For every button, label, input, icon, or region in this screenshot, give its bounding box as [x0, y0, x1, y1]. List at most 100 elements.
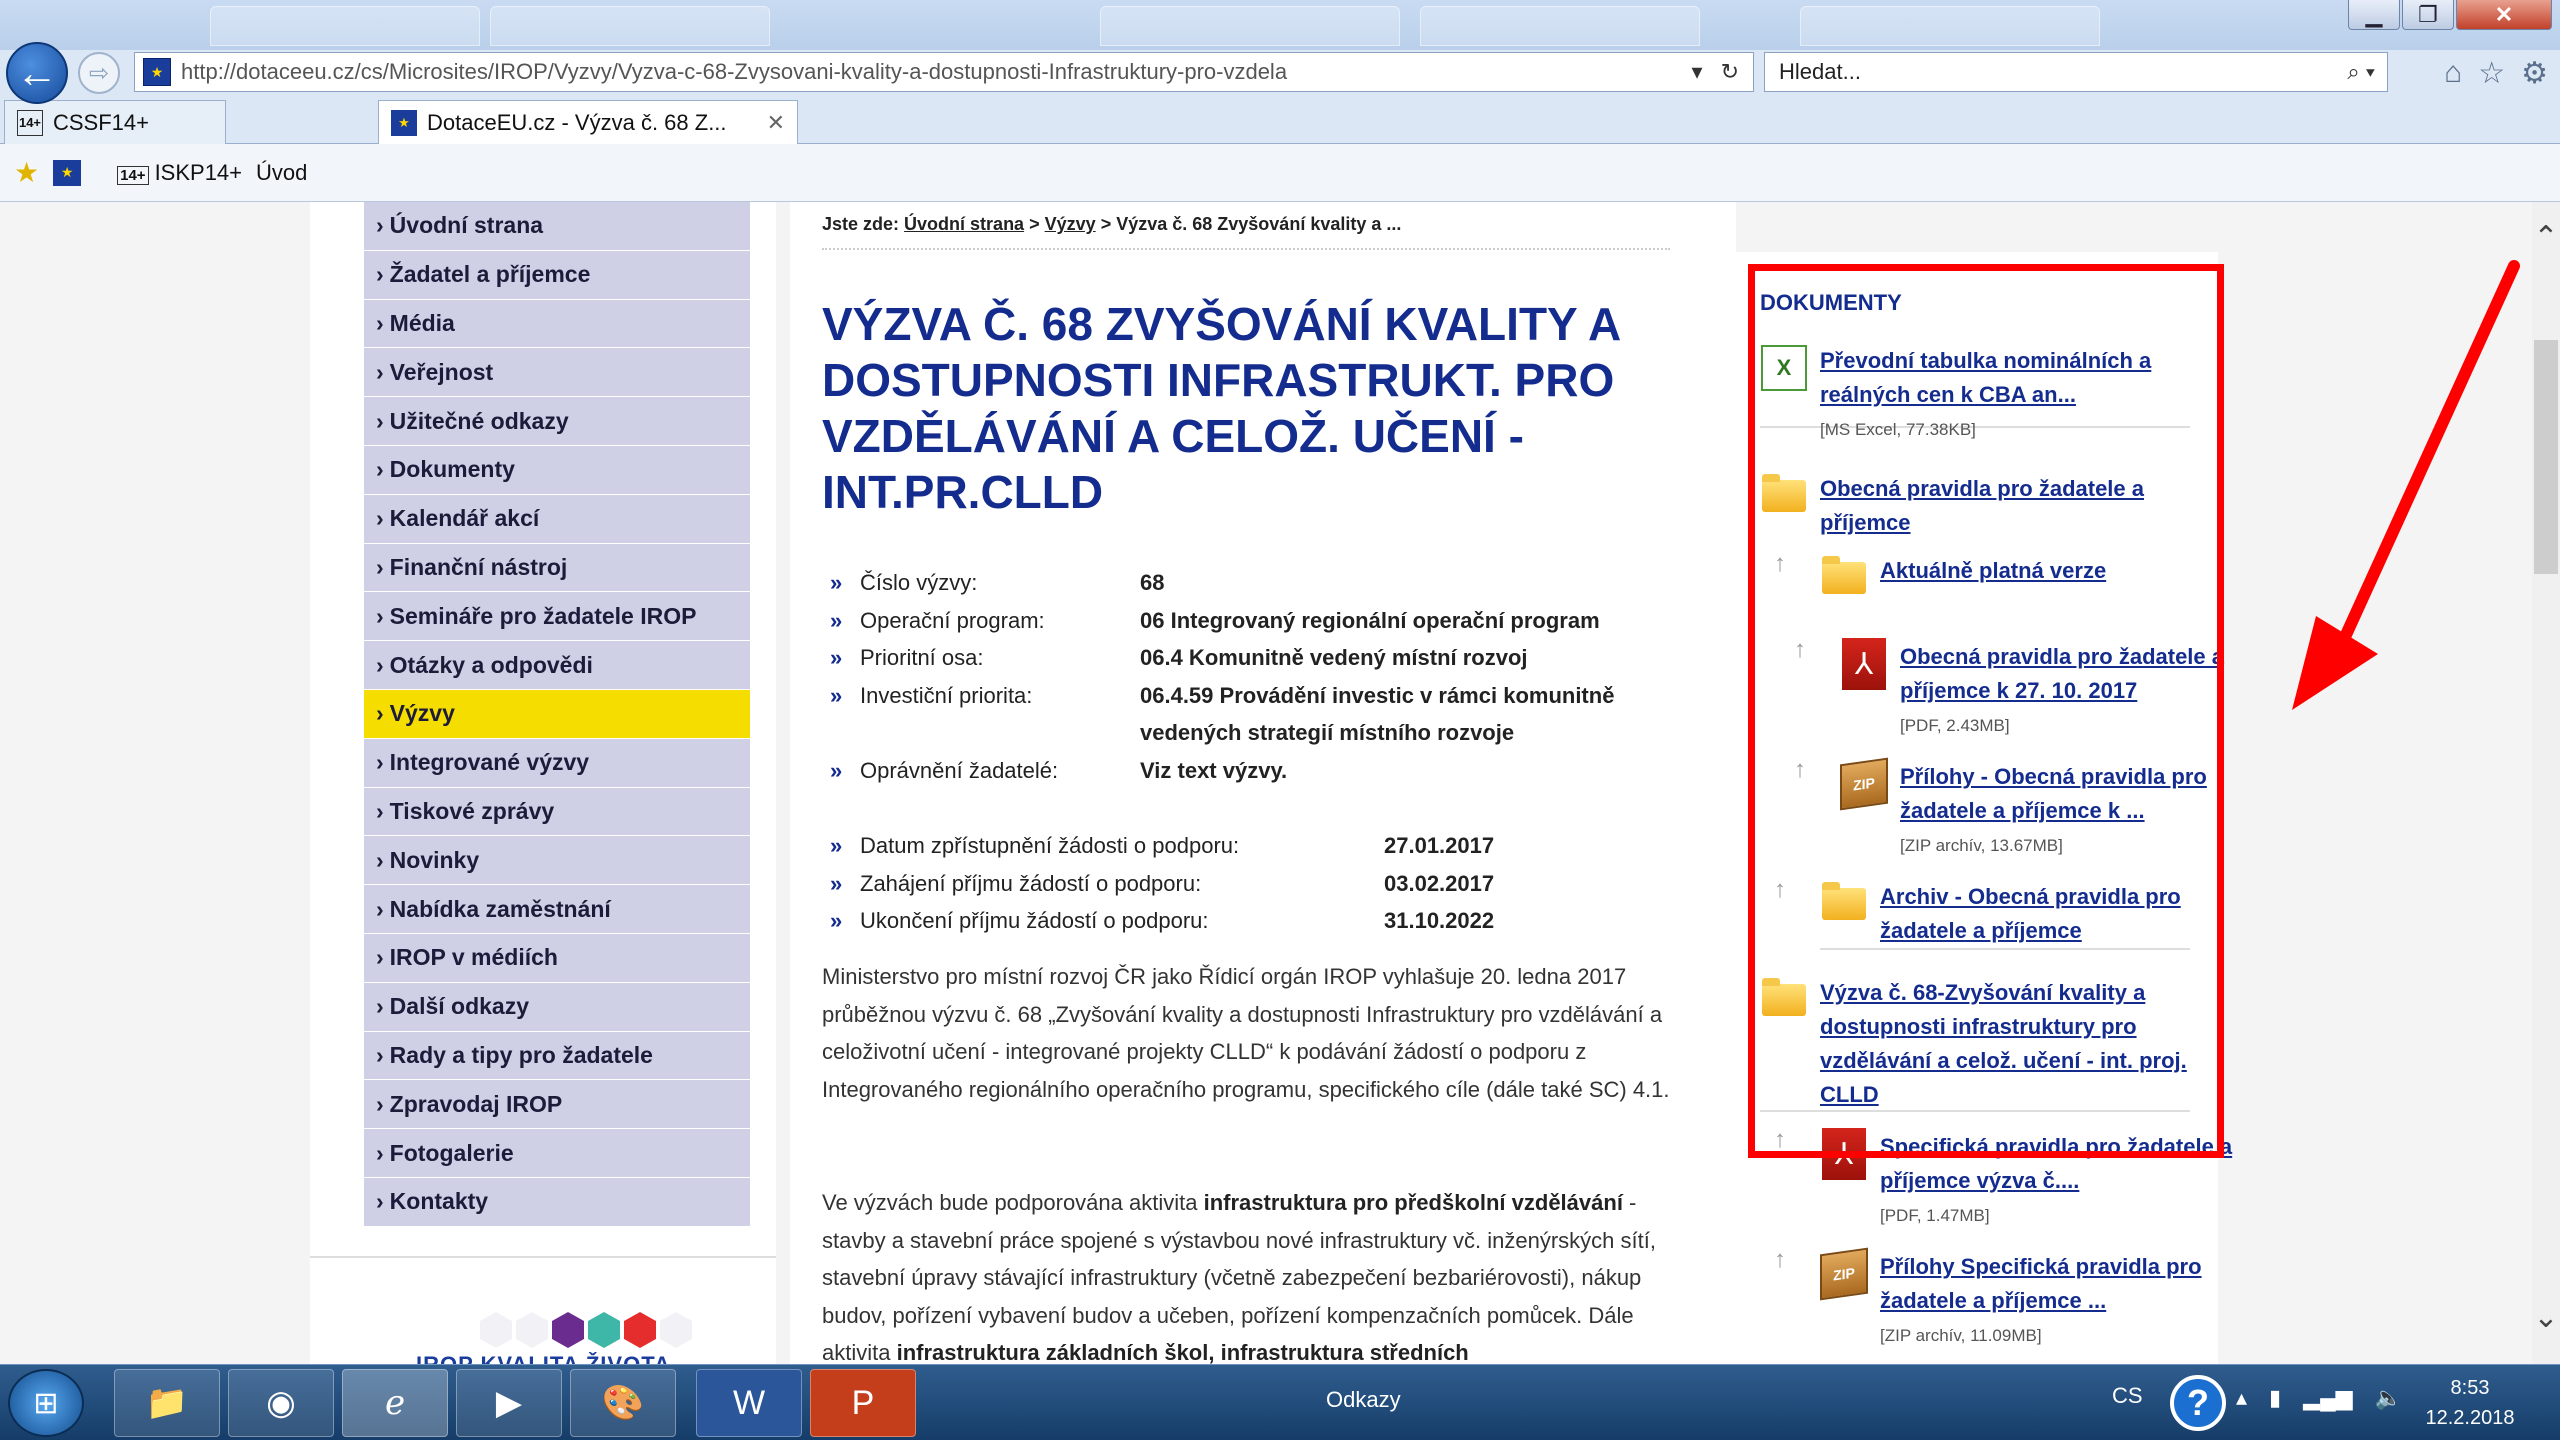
chrome-icon[interactable]: ◉: [228, 1369, 334, 1437]
menu-item[interactable]: › Integrované výzvy: [364, 738, 750, 788]
dropdown-icon[interactable]: ▾: [1692, 59, 1703, 85]
menu-item[interactable]: › Užitečné odkazy: [364, 397, 750, 446]
address-bar[interactable]: ★ http://dotaceeu.cz/cs/Microsites/IROP/…: [134, 52, 1754, 92]
refresh-icon[interactable]: ↻: [1721, 59, 1739, 85]
word-icon[interactable]: W: [696, 1369, 802, 1437]
menu-item[interactable]: › Další odkazy: [364, 982, 750, 1032]
menu-item[interactable]: › Novinky: [364, 836, 750, 886]
info-label: Ukončení příjmu žádostí o podporu:: [860, 908, 1209, 933]
paint-icon[interactable]: 🎨: [570, 1369, 676, 1437]
chevron-right-icon: ›: [376, 407, 384, 434]
info-label: Zahájení příjmu žádostí o podporu:: [860, 870, 1202, 896]
favorite-uvod[interactable]: Úvod: [256, 160, 307, 186]
menu-item[interactable]: › Zpravodaj IROP: [364, 1080, 750, 1130]
document-link[interactable]: Přílohy Specifická pravidla pro žadatele…: [1880, 1254, 2202, 1313]
language-indicator[interactable]: CS: [2112, 1383, 2143, 1409]
maximize-button[interactable]: ❐: [2402, 0, 2454, 30]
tab-dotaceeu[interactable]: ★ DotaceEU.cz - Výzva č. 68 Z... ✕: [378, 100, 798, 144]
show-hidden-icons-icon[interactable]: ▴: [2236, 1385, 2247, 1411]
chevron-right-icon: ›: [376, 261, 384, 288]
explorer-icon[interactable]: 📁: [114, 1369, 220, 1437]
system-tray: CS: [2112, 1383, 2143, 1409]
back-button[interactable]: ←: [6, 42, 68, 104]
menu-item[interactable]: › Veřejnost: [364, 348, 750, 398]
favorites-bar: ★ ★ 14+ ISKP14+ Úvod: [0, 144, 2560, 202]
tab-label: CSSF14+: [53, 109, 149, 135]
eu-flag-icon: ★: [143, 58, 171, 86]
network-icon[interactable]: ▂▄▆: [2303, 1385, 2352, 1411]
background-tab[interactable]: [1100, 6, 1400, 46]
tab-cssf14[interactable]: 14+ CSSF14+: [4, 100, 226, 144]
menu-item-label: Integrované výzvy: [389, 749, 590, 776]
info-row: » Datum zpřístupnění žádosti o podporu: 27…: [830, 827, 1710, 865]
side-menu: › Úvodní strana › Žadatel a příjemce › Média ›…: [364, 202, 750, 1227]
menu-item[interactable]: › Tiskové zprávy: [364, 787, 750, 837]
menu-item[interactable]: › Otázky a odpovědi: [364, 641, 750, 690]
powerpoint-icon[interactable]: P: [810, 1369, 916, 1437]
chevron-right-icon: ›: [376, 1139, 384, 1166]
menu-item[interactable]: › Semináře pro žadatele IROP: [364, 592, 750, 642]
forward-button[interactable]: ⇨: [78, 52, 120, 94]
volume-icon[interactable]: 🔈: [2375, 1385, 2402, 1411]
breadcrumb-section-link[interactable]: Výzvy: [1045, 214, 1096, 234]
home-icon[interactable]: ⌂: [2444, 56, 2462, 91]
close-button[interactable]: ✕: [2456, 0, 2552, 30]
menu-item-label: Finanční nástroj: [389, 553, 568, 580]
info-value: 06 Integrovaný regionální operační progr…: [1140, 607, 1600, 633]
help-icon[interactable]: ?: [2170, 1375, 2226, 1431]
breadcrumb-home-link[interactable]: Úvodní strana: [904, 214, 1024, 234]
info-value: 31.10.2022: [1384, 908, 1495, 933]
chevron-right-icon: ›: [376, 309, 384, 336]
menu-item[interactable]: › Kontakty: [364, 1177, 750, 1227]
clock[interactable]: 8:53 12.2.2018: [2420, 1373, 2520, 1433]
menu-item[interactable]: › Fotogalerie: [364, 1129, 750, 1178]
background-tab[interactable]: [210, 6, 480, 46]
menu-item[interactable]: › Kalendář akcí: [364, 494, 750, 544]
search-placeholder: Hledat...: [1779, 59, 1861, 84]
menu-item-label: Nabídka zaměstnání: [389, 895, 611, 922]
background-tab[interactable]: [1420, 6, 1700, 46]
eu-flag-icon[interactable]: ★: [53, 159, 82, 186]
minimize-button[interactable]: ▁: [2348, 0, 2400, 30]
links-toolbar-label[interactable]: Odkazy: [1326, 1387, 1401, 1413]
media-player-icon[interactable]: ▶: [456, 1369, 562, 1437]
gear-icon[interactable]: ⚙: [2521, 56, 2548, 91]
close-tab-icon[interactable]: ✕: [767, 110, 785, 136]
irop-logo: [480, 1312, 692, 1348]
info-label: Prioritní osa:: [860, 645, 984, 670]
background-tab[interactable]: [1800, 6, 2100, 46]
bullet-icon: »: [830, 908, 843, 933]
menu-item[interactable]: › Nabídka zaměstnání: [364, 885, 750, 934]
breadcrumb-current: > Výzva č. 68 Zvyšování kvality a ...: [1100, 214, 1402, 234]
menu-item[interactable]: › Výzvy: [364, 689, 750, 739]
menu-item[interactable]: › Rady a tipy pro žadatele: [364, 1031, 750, 1081]
internet-explorer-icon[interactable]: ℯ: [342, 1369, 448, 1437]
menu-item[interactable]: › Dokumenty: [364, 445, 750, 495]
scrollbar-thumb[interactable]: [2534, 340, 2558, 574]
menu-item[interactable]: › IROP v médiích: [364, 933, 750, 983]
bold-text: infrastruktura základních škol, infrastr…: [896, 1340, 1469, 1364]
red-arrow-annotation: [2292, 260, 2520, 710]
chevron-right-icon: ›: [376, 846, 384, 873]
window-controls: ▁ ❐ ✕: [2348, 0, 2552, 30]
search-input[interactable]: Hledat... ⌕ ▾: [1764, 52, 2388, 92]
add-favorite-icon[interactable]: ★: [14, 156, 39, 189]
menu-item[interactable]: › Žadatel a příjemce: [364, 250, 750, 300]
scroll-down-icon[interactable]: ⌄: [2530, 1300, 2560, 1335]
favorite-iskp14[interactable]: 14+ ISKP14+: [117, 160, 242, 186]
favorites-star-icon[interactable]: ☆: [2478, 56, 2505, 91]
menu-item[interactable]: › Média: [364, 299, 750, 349]
search-icon[interactable]: ⌕ ▾: [2347, 59, 2387, 85]
clock-time: 8:53: [2450, 1377, 2490, 1399]
menu-item[interactable]: › Úvodní strana: [364, 202, 750, 251]
breadcrumb-separator: >: [1029, 214, 1040, 234]
background-tab[interactable]: [490, 6, 770, 46]
breadcrumb: Jste zde: Úvodní strana > Výzvy > Výzva …: [822, 214, 1401, 235]
menu-item-label: Otázky a odpovědi: [389, 651, 593, 678]
menu-item[interactable]: › Finanční nástroj: [364, 543, 750, 593]
scroll-up-icon[interactable]: ⌃: [2530, 220, 2560, 255]
tray-icons: ▴ ▮ ▂▄▆ 🔈: [2236, 1385, 2402, 1411]
battery-icon[interactable]: ▮: [2269, 1385, 2281, 1411]
document-item[interactable]: ZIP Přílohy Specifická pravidla pro žadat…: [1820, 1247, 2240, 1346]
start-button[interactable]: ⊞: [8, 1369, 84, 1437]
